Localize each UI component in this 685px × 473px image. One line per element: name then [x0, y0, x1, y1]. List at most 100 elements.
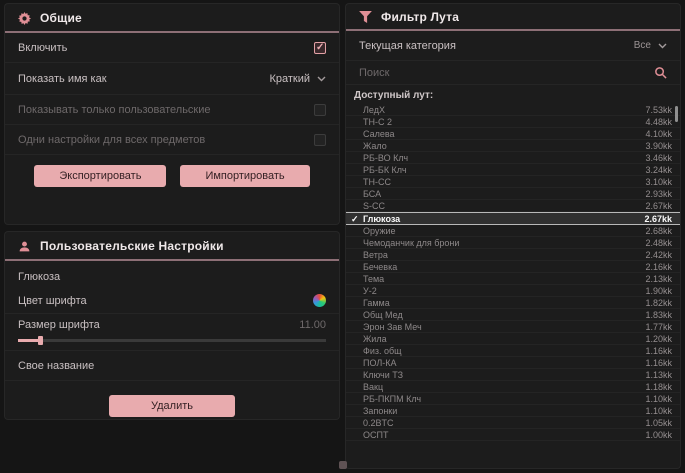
item-name: Запонки: [363, 406, 645, 416]
list-item[interactable]: Общ Мед1.83kk: [346, 309, 680, 321]
item-name: ОСПТ: [363, 430, 645, 440]
delete-row: Удалить: [5, 381, 339, 425]
available-loot-label: Доступный лут:: [346, 85, 680, 104]
item-price: 1.13kk: [645, 370, 672, 380]
loot-filter-panel: Фильтр Лута Текущая категория Все Доступ…: [346, 4, 680, 468]
list-item[interactable]: Физ. общ1.16kk: [346, 345, 680, 357]
list-item[interactable]: ✓Глюкоза2.67kk: [346, 212, 680, 225]
item-price: 2.16kk: [645, 262, 672, 272]
item-price: 4.10kk: [645, 129, 672, 139]
general-panel-title: Общие: [40, 11, 82, 25]
item-price: 1.00kk: [645, 430, 672, 440]
search-input[interactable]: [359, 67, 654, 79]
item-price: 1.90kk: [645, 286, 672, 296]
list-item[interactable]: ОСПТ1.00kk: [346, 429, 680, 441]
mod-settings-window: Общие Включить Показать имя как Краткий …: [0, 0, 685, 473]
show-name-value: Краткий: [269, 73, 310, 85]
delete-button[interactable]: Удалить: [109, 395, 235, 417]
item-name: Глюкоза: [363, 214, 644, 224]
list-item[interactable]: 0.2BTC1.05kk: [346, 417, 680, 429]
slider-fill: [18, 339, 40, 342]
only-custom-label: Показывать только пользовательские: [18, 104, 211, 116]
show-name-dropdown[interactable]: Краткий: [269, 73, 326, 85]
item-name: Вакц: [363, 382, 645, 392]
chevron-down-icon: [317, 76, 326, 82]
font-size-label: Размер шрифта: [18, 319, 100, 331]
export-button[interactable]: Экспортировать: [34, 165, 166, 187]
item-name: Жало: [363, 141, 645, 151]
font-size-slider[interactable]: [18, 336, 326, 346]
list-item[interactable]: Жало3.90kk: [346, 140, 680, 152]
slider-handle[interactable]: [38, 336, 43, 345]
item-name: РБ-ВО Клч: [363, 153, 645, 163]
item-name: У-2: [363, 286, 645, 296]
item-name: Оружие: [363, 226, 645, 236]
item-name: Гамма: [363, 298, 645, 308]
item-name: Общ Мед: [363, 310, 645, 320]
item-price: 1.10kk: [645, 406, 672, 416]
list-item[interactable]: ПОЛ-КА1.16kk: [346, 357, 680, 369]
only-custom-row: Показывать только пользовательские: [5, 95, 339, 125]
font-size-row: Размер шрифта 11.00: [5, 314, 339, 351]
list-item[interactable]: БСА2.93kk: [346, 188, 680, 200]
item-name: БСА: [363, 189, 645, 199]
item-price: 1.20kk: [645, 334, 672, 344]
category-dropdown[interactable]: Все: [634, 40, 667, 51]
item-name: Ветра: [363, 250, 645, 260]
slider-track: [18, 339, 326, 342]
list-item[interactable]: Чемоданчик для брони2.48kk: [346, 237, 680, 249]
item-price: 1.77kk: [645, 322, 672, 332]
list-item[interactable]: Эрон Зав Меч1.77kk: [346, 321, 680, 333]
only-custom-checkbox[interactable]: [314, 104, 326, 116]
search-icon[interactable]: [654, 66, 667, 79]
list-item[interactable]: РБ-ПКПМ Клч1.10kk: [346, 393, 680, 405]
item-price: 2.48kk: [645, 238, 672, 248]
item-price: 2.93kk: [645, 189, 672, 199]
list-item[interactable]: Вакц1.18kk: [346, 381, 680, 393]
list-item[interactable]: У-21.90kk: [346, 285, 680, 297]
loot-filter-header: Фильтр Лута: [346, 4, 680, 29]
font-color-row: Цвет шрифта: [5, 288, 339, 314]
list-item[interactable]: Гамма1.82kk: [346, 297, 680, 309]
item-name: ЛедХ: [363, 105, 645, 115]
item-name: Эрон Зав Меч: [363, 322, 645, 332]
gear-icon: [18, 12, 31, 25]
list-scrollbar-thumb[interactable]: [675, 106, 678, 122]
list-item[interactable]: Жила1.20kk: [346, 333, 680, 345]
filter-funnel-icon: [359, 11, 372, 23]
list-item[interactable]: РБ-ВО Клч3.46kk: [346, 152, 680, 164]
item-price: 2.67kk: [644, 214, 672, 224]
list-item[interactable]: ТН-С 24.48kk: [346, 116, 680, 128]
list-item[interactable]: Запонки1.10kk: [346, 405, 680, 417]
item-name: Ключи ТЗ: [363, 370, 645, 380]
list-item[interactable]: Салева4.10kk: [346, 128, 680, 140]
item-price: 1.16kk: [645, 346, 672, 356]
import-export-row: Экспортировать Импортировать: [5, 155, 339, 195]
list-item[interactable]: Ветра2.42kk: [346, 249, 680, 261]
enable-label: Включить: [18, 42, 67, 54]
item-price: 3.10kk: [645, 177, 672, 187]
item-name: РБ-ПКПМ Клч: [363, 394, 645, 404]
color-wheel-icon[interactable]: [313, 294, 326, 307]
same-settings-checkbox[interactable]: [314, 134, 326, 146]
list-item[interactable]: Бечевка2.16kk: [346, 261, 680, 273]
list-item[interactable]: Оружие2.68kk: [346, 225, 680, 237]
item-price: 1.10kk: [645, 394, 672, 404]
list-item[interactable]: ТН-СС3.10kk: [346, 176, 680, 188]
list-item[interactable]: S-СС2.67kk: [346, 200, 680, 212]
enable-checkbox[interactable]: [314, 42, 326, 54]
custom-settings-title: Пользовательские Настройки: [40, 239, 224, 253]
chevron-down-icon: [658, 43, 667, 49]
item-price: 1.83kk: [645, 310, 672, 320]
list-item[interactable]: ЛедХ7.53kk: [346, 104, 680, 116]
import-button[interactable]: Импортировать: [180, 165, 309, 187]
font-size-value: 11.00: [299, 319, 326, 331]
item-price: 3.90kk: [645, 141, 672, 151]
list-item[interactable]: Ключи ТЗ1.13kk: [346, 369, 680, 381]
list-item[interactable]: Тема2.13kk: [346, 273, 680, 285]
list-item[interactable]: РБ-БК Клч3.24kk: [346, 164, 680, 176]
item-name: 0.2BTC: [363, 418, 645, 428]
item-name: Физ. общ: [363, 346, 645, 356]
custom-name-input[interactable]: [104, 360, 326, 372]
item-name: Салева: [363, 129, 645, 139]
